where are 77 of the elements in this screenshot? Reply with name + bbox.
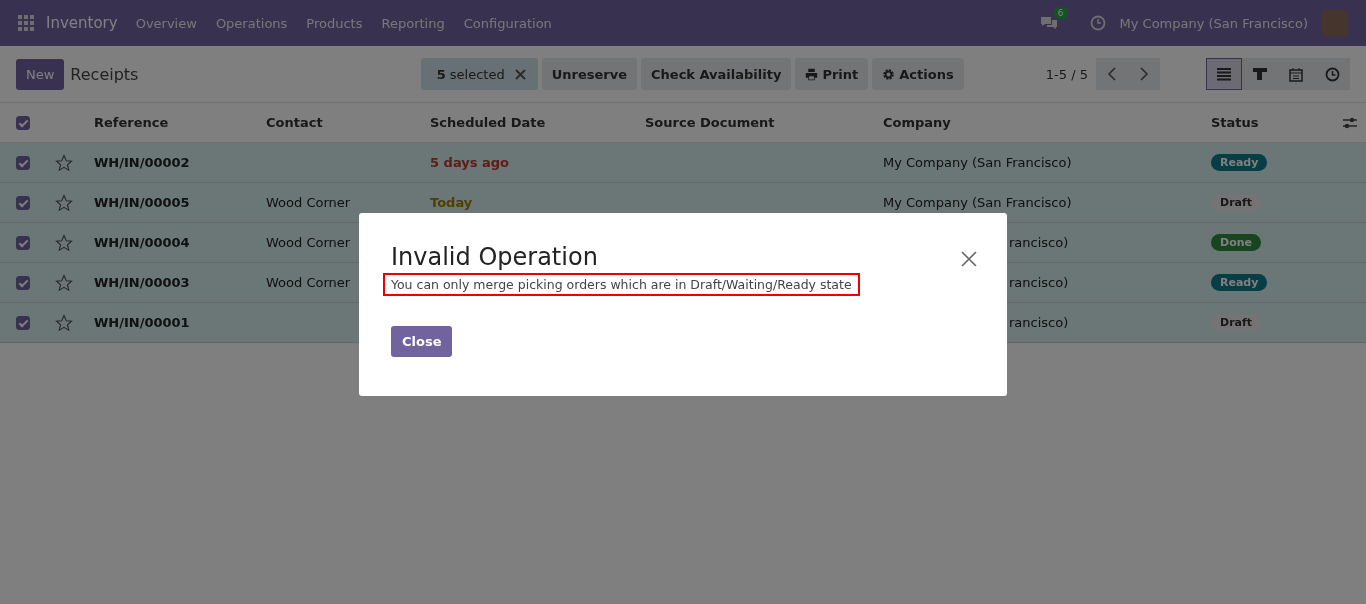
contact-cell: Wood Corner [266, 235, 351, 250]
pager-value: 1-5 / 5 [1045, 66, 1088, 82]
select-all-checkbox[interactable] [16, 115, 30, 130]
contact-cell: Wood Corner [266, 275, 351, 290]
star-icon[interactable] [55, 313, 73, 332]
reference-cell: WH/IN/00002 [94, 155, 190, 170]
list-icon [1216, 67, 1232, 81]
apps-menu-icon[interactable] [18, 15, 34, 31]
column-header[interactable]: Contact [266, 115, 430, 130]
action-button[interactable]: Actions [872, 58, 964, 90]
column-header[interactable]: Status [1211, 115, 1342, 130]
reference-cell: WH/IN/00004 [94, 235, 190, 250]
view-switch-button[interactable] [1206, 58, 1242, 90]
status-badge: Draft [1211, 194, 1262, 211]
star-icon[interactable] [55, 193, 73, 212]
row-checkbox[interactable] [16, 235, 30, 250]
menu-item[interactable]: Configuration [463, 15, 552, 31]
reference-cell: WH/IN/00001 [94, 315, 190, 330]
status-badge: Ready [1211, 154, 1268, 171]
company-cell: My Company (San Francisco) [883, 155, 1072, 170]
action-button[interactable]: Check Availability [641, 58, 792, 90]
kanban-icon [1252, 67, 1268, 81]
view-switch-button[interactable] [1242, 58, 1278, 90]
printer-icon [805, 67, 819, 81]
previous-button[interactable] [1096, 58, 1128, 90]
star-icon[interactable] [55, 273, 73, 292]
company-cell: rancisco) [1009, 235, 1069, 250]
reference-cell: WH/IN/00003 [94, 275, 190, 290]
company-switcher[interactable]: My Company (San Francisco) [1119, 15, 1308, 31]
row-checkbox[interactable] [16, 275, 30, 290]
new-button[interactable]: New [16, 58, 65, 90]
action-button[interactable]: Print [795, 58, 869, 90]
close-icon [961, 251, 977, 267]
menu-item[interactable]: Overview [135, 15, 197, 31]
column-header[interactable]: Source Document [645, 115, 883, 130]
app-name[interactable]: Inventory [46, 14, 118, 32]
status-badge: Ready [1211, 274, 1268, 291]
menu-item[interactable]: Products [306, 15, 363, 31]
chevron-left-icon [1107, 67, 1117, 81]
status-badge: Done [1211, 234, 1261, 251]
row-checkbox[interactable] [16, 195, 30, 210]
close-button[interactable]: Close [391, 326, 453, 357]
next-button[interactable] [1128, 58, 1160, 90]
close-button[interactable] [961, 251, 977, 267]
column-settings-icon[interactable] [1342, 115, 1358, 130]
chevron-right-icon [1139, 67, 1149, 81]
chat-icon[interactable] [1039, 15, 1058, 31]
company-cell: rancisco) [1009, 315, 1069, 330]
page-title: Receipts [70, 64, 139, 84]
status-badge: Draft [1211, 314, 1262, 331]
action-button[interactable]: Unreserve [541, 58, 637, 90]
clock-icon[interactable] [1089, 15, 1106, 31]
scheduled-date-cell: Today [430, 195, 473, 210]
scheduled-date-cell: 5 days ago [430, 155, 509, 170]
view-switch-button[interactable] [1314, 58, 1350, 90]
column-header[interactable]: Scheduled Date [430, 115, 645, 130]
column-header[interactable]: Company [883, 115, 1211, 130]
selected-count: 5 selected [436, 66, 505, 82]
company-cell: rancisco) [1009, 275, 1069, 290]
close-icon [514, 68, 526, 80]
row-checkbox[interactable] [16, 315, 30, 330]
calendar-icon [1289, 66, 1303, 82]
star-icon[interactable] [55, 233, 73, 252]
column-header[interactable]: Reference [94, 115, 266, 130]
menu-item[interactable]: Reporting [381, 15, 445, 31]
contact-cell: Wood Corner [266, 195, 351, 210]
message-count-badge: 6 [1053, 7, 1068, 19]
row-checkbox[interactable] [16, 155, 30, 170]
clock-icon [1324, 66, 1340, 82]
company-cell: My Company (San Francisco) [883, 195, 1072, 210]
star-icon[interactable] [55, 153, 73, 172]
dialog-message: You can only merge picking orders which are in Draft/Waiting/Ready state [383, 273, 860, 296]
gear-icon [882, 67, 896, 81]
reference-cell: WH/IN/00005 [94, 195, 190, 210]
menu-item[interactable]: Operations [215, 15, 288, 31]
dialog-title: Invalid Operation [391, 243, 598, 271]
clear-selection-button[interactable] [514, 68, 526, 80]
